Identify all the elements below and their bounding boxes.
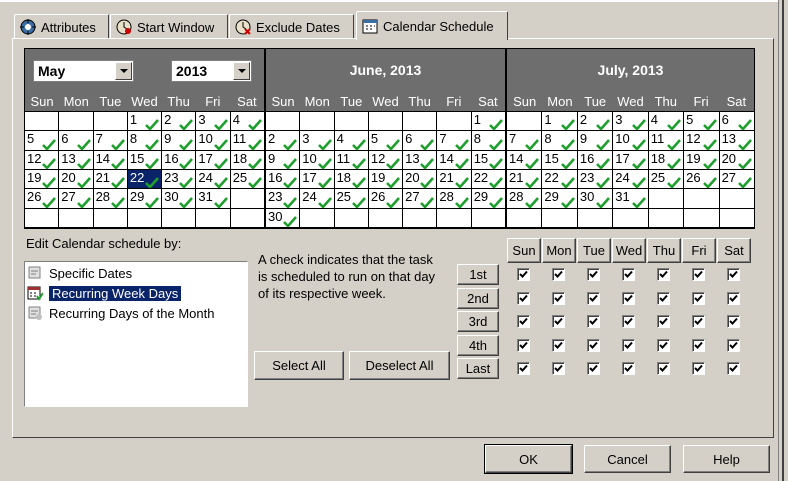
tab-label: Attributes [41,19,96,35]
tab-label: Start Window [137,19,215,35]
window-top-edge [0,0,788,2]
cancel-button[interactable]: Cancel [584,445,671,473]
window-right-edge [778,0,788,481]
tab-start-window[interactable]: Start Window [110,14,228,39]
tab-attributes[interactable]: Attributes [14,14,109,39]
exclude-dates-icon [234,18,252,36]
tab-calendar-schedule[interactable]: Calendar Schedule [356,11,508,40]
calendar-schedule-panel [12,38,774,438]
attributes-icon [19,18,37,36]
ok-button[interactable]: OK [484,444,573,474]
tab-label: Exclude Dates [256,19,340,35]
help-button[interactable]: Help [683,445,770,473]
tab-label: Calendar Schedule [383,18,494,34]
start-window-icon [115,18,133,36]
tab-exclude-dates[interactable]: Exclude Dates [229,14,354,39]
calendar-icon [361,17,379,35]
